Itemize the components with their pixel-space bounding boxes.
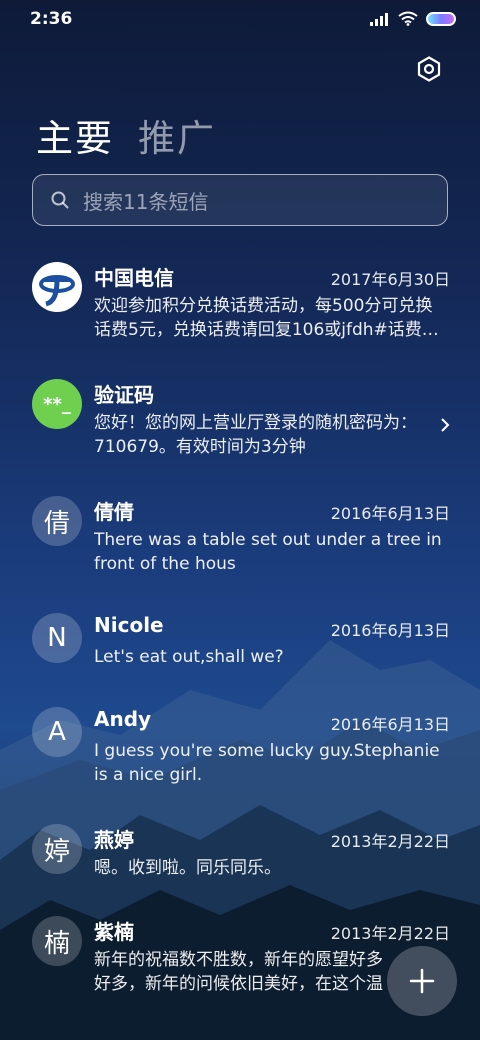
message-date: 2013年2月22日	[330, 924, 450, 943]
status-bar: 2:36	[0, 0, 480, 40]
list-item[interactable]: N Nicole 2016年6月13日 Let's eat out,shall …	[0, 601, 480, 695]
avatar: A	[32, 707, 82, 757]
compose-button[interactable]	[387, 946, 457, 1016]
verification-code-icon: **_	[43, 393, 71, 415]
settings-icon[interactable]	[416, 56, 442, 82]
sender-name: 中国电信	[94, 266, 174, 290]
avatar-verification: **_	[32, 379, 82, 429]
search-icon	[51, 191, 69, 209]
message-date: 2016年6月13日	[330, 715, 450, 734]
message-preview: 您好！您的网上营业厅登录的随机密码为：710679。有效时间为3分钟	[94, 413, 417, 457]
tab-promotions[interactable]: 推广	[138, 108, 216, 162]
signal-icon	[370, 12, 388, 26]
avatar-telecom	[32, 262, 82, 312]
plus-icon	[409, 968, 435, 994]
message-date: 2016年6月13日	[330, 504, 450, 523]
message-preview: I guess you're some lucky guy.Stephanie …	[94, 741, 440, 785]
avatar: N	[32, 613, 82, 663]
message-date: 2013年2月22日	[330, 832, 450, 851]
battery-icon	[426, 11, 456, 26]
list-item[interactable]: **_ 验证码 您好！您的网上营业厅登录的随机密码为：710679。有效时间为3…	[0, 367, 480, 484]
wifi-icon	[398, 11, 418, 26]
china-telecom-logo-icon	[35, 265, 79, 309]
status-time: 2:36	[30, 9, 73, 29]
avatar: 婷	[32, 824, 82, 874]
message-list: 中国电信 2017年6月30日 欢迎参加积分兑换话费活动，每500分可兑换话费5…	[0, 250, 480, 1021]
message-date: 2016年6月13日	[330, 621, 450, 640]
message-preview: 嗯。收到啦。同乐同乐。	[94, 858, 281, 878]
sender-name: 验证码	[94, 383, 154, 407]
chevron-right-icon[interactable]	[440, 417, 450, 433]
avatar: 倩	[32, 496, 82, 546]
avatar: 楠	[32, 916, 82, 966]
message-preview: Let's eat out,shall we?	[94, 647, 284, 667]
status-icons	[370, 11, 456, 26]
message-preview: 欢迎参加积分兑换话费活动，每500分可兑换话费5元，兑换话费请回复106或jfd…	[94, 296, 439, 340]
search-placeholder: 搜索11条短信	[83, 189, 209, 214]
list-item[interactable]: 中国电信 2017年6月30日 欢迎参加积分兑换话费活动，每500分可兑换话费5…	[0, 250, 480, 367]
message-preview: There was a table set out under a tree i…	[94, 530, 442, 574]
tab-primary[interactable]: 主要	[36, 108, 114, 162]
sender-name: 紫楠	[94, 920, 134, 944]
sender-name: Andy	[94, 707, 152, 731]
sender-name: 燕婷	[94, 828, 134, 852]
message-preview: 新年的祝福数不胜数，新年的愿望好多好多，新年的问候依旧美好，在这个温馨的时刻	[94, 950, 383, 994]
search-input[interactable]: 搜索11条短信	[32, 174, 448, 226]
message-date: 2017年6月30日	[330, 270, 450, 289]
sender-name: Nicole	[94, 613, 164, 637]
list-item[interactable]: 倩 倩倩 2016年6月13日 There was a table set ou…	[0, 484, 480, 601]
list-item[interactable]: 婷 燕婷 2013年2月22日 嗯。收到啦。同乐同乐。	[0, 812, 480, 904]
list-item[interactable]: A Andy 2016年6月13日 I guess you're some lu…	[0, 695, 480, 812]
tab-bar: 主要 推广	[36, 108, 216, 162]
sender-name: 倩倩	[94, 500, 134, 524]
